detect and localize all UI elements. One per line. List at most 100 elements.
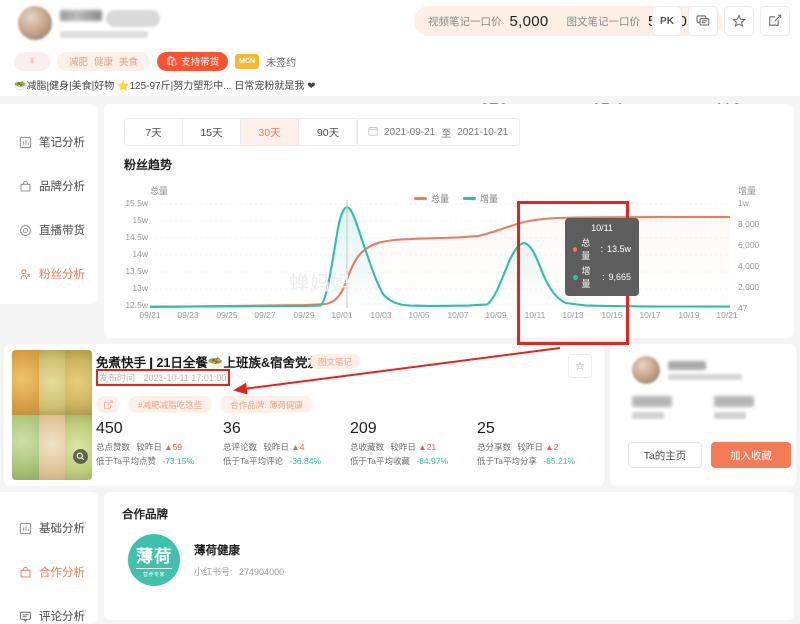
metric-cmp-label: 较昨日	[263, 442, 289, 452]
x-tick: 09/27	[254, 310, 276, 320]
y-axis-left-labels: 15.5w 15w 14.5w 14w 13.5w 13w 12.5w	[106, 198, 150, 310]
header-bottom-row: ♀ 减肥 健康 美食 🛍 支持带货 MCN 未签约 🥗减脂|健身|美食|好物 ⭐…	[0, 46, 800, 134]
tab-7days[interactable]: 7天	[125, 119, 183, 145]
author-homepage-button[interactable]: Ta的主页	[628, 442, 702, 468]
date-range-start: 2021-09-21	[384, 126, 436, 138]
tooltip-value-increment: 9,665	[608, 272, 631, 282]
bag-icon	[19, 180, 32, 193]
author-stats	[632, 396, 754, 419]
x-tick: 10/13	[562, 310, 584, 320]
fans-trend-card: 7天 15天 30天 90天 2021-09-21 至 2021-10-21 粉…	[104, 104, 794, 338]
metric-avg-value: -73.15%	[162, 456, 195, 466]
comment-icon	[19, 610, 32, 623]
x-tick: 10/21	[716, 310, 738, 320]
x-tick: 10/03	[370, 310, 392, 320]
tooltip-row-total: 总量: 13.5w	[573, 236, 631, 262]
profile-identity[interactable]	[18, 6, 160, 40]
x-tick: 09/21	[139, 310, 161, 320]
profile-tags: ♀ 减肥 健康 美食 🛍 支持带货 MCN 未签约 🥗减脂|健身|美食|好物 ⭐…	[14, 50, 315, 92]
date-range-picker[interactable]: 2021-09-21 至 2021-10-21	[356, 118, 521, 146]
chart-tooltip: 10/11 总量: 13.5w 增量: 9,665	[565, 218, 639, 296]
brand-chip[interactable]: 合作品牌: 薄荷健康	[220, 396, 313, 413]
chart-watermark: 蝉妈妈	[289, 273, 352, 295]
sidebar-item-basic-analysis[interactable]: 基础分析	[0, 506, 98, 550]
metric-label: 总点赞数	[96, 442, 131, 452]
author-stat-fans	[632, 396, 672, 419]
y-right-tick: 1w	[738, 198, 749, 208]
tooltip-value-total: 13.5w	[606, 244, 631, 254]
metric-label: 总评论数	[223, 442, 258, 452]
favorite-note-button[interactable]: ☆	[568, 354, 592, 378]
metric-value: 25	[477, 420, 495, 437]
metric-label: 总收藏数	[350, 442, 385, 452]
video-price-label: 视频笔记一口价	[428, 15, 502, 28]
zoom-icon[interactable]	[73, 449, 88, 464]
metric-likes: 450 总点赞数 较昨日 ▲59 低于Ta平均点赞 -73.15%	[96, 420, 223, 467]
x-tick: 09/23	[177, 310, 199, 320]
keyword-tag-1: 健康	[94, 57, 114, 68]
nickname-text	[60, 10, 102, 21]
supports-commerce-tag: 🛍 支持带货	[157, 51, 229, 71]
chart-icon	[19, 522, 32, 535]
brand-item[interactable]: 薄荷 营养专家 薄荷健康 小红书号: 274904000	[128, 534, 284, 586]
header-action-buttons: PK	[652, 6, 790, 36]
note-title[interactable]: 免煮快手❙21日全餐🥗上班族&宿舍党友好!	[96, 352, 337, 371]
x-axis-labels: 09/21 09/23 09/25 09/27 09/29 10/01 10/0…	[134, 310, 754, 326]
bag-icon	[19, 566, 32, 579]
sidebar-item-brand-analysis[interactable]: 品牌分析	[0, 164, 98, 208]
play-icon	[19, 224, 32, 237]
metric-avg-value: -36.84%	[289, 456, 322, 466]
note-type-tag: 图文笔记	[310, 354, 361, 369]
keyword-tags: 减肥 健康 美食	[57, 51, 151, 71]
sidebar-primary: 笔记分析 品牌分析 直播带货 粉丝分析	[0, 104, 98, 304]
sidebar-item-comment-analysis[interactable]: 评论分析	[0, 594, 98, 624]
topic-chip[interactable]: #减肥减脂吃这些	[128, 396, 213, 413]
y-left-tick: 15.5w	[125, 198, 148, 208]
tab-90days[interactable]: 90天	[299, 119, 357, 145]
message-icon[interactable]	[688, 6, 718, 36]
sidebar-item-fans-analysis[interactable]: 粉丝分析	[0, 252, 98, 296]
x-tick: 09/29	[293, 310, 315, 320]
add-to-favorites-button[interactable]: 加入收藏	[711, 442, 791, 468]
sidebar-item-label: 笔记分析	[39, 137, 85, 149]
avatar	[632, 356, 660, 384]
sidebar-secondary: 基础分析 合作分析 评论分析	[0, 492, 98, 624]
star-icon[interactable]	[724, 6, 754, 36]
keyword-tag-0: 减肥	[69, 57, 89, 68]
x-tick: 10/11	[524, 310, 546, 320]
author-subtext	[668, 373, 742, 380]
date-range-separator: 至	[441, 128, 452, 140]
pk-icon[interactable]: PK	[652, 6, 682, 36]
metric-cmp-value: ▲4	[291, 442, 305, 452]
sidebar-item-live-commerce[interactable]: 直播带货	[0, 208, 98, 252]
y-left-tick: 13w	[132, 283, 148, 293]
author-identity[interactable]	[632, 356, 742, 384]
edit-icon[interactable]	[760, 6, 790, 36]
metric-comments: 36 总评论数 较昨日 ▲4 低于Ta平均评论 -36.84%	[223, 420, 350, 467]
edit-chip-icon[interactable]	[96, 396, 120, 413]
tooltip-row-increment: 增量: 9,665	[573, 264, 631, 290]
x-tick: 09/25	[216, 310, 238, 320]
y-left-tick: 14.5w	[125, 232, 148, 242]
sidebar-item-note-analysis[interactable]: 笔记分析	[0, 120, 98, 164]
tab-30days[interactable]: 30天	[241, 119, 299, 145]
supports-commerce-label: 支持带货	[181, 57, 220, 68]
metric-collections: 209 总收藏数 较昨日 ▲21 低于Ta平均收藏 -84.97%	[350, 420, 477, 467]
y-left-tick: 13.5w	[125, 266, 148, 276]
y-right-tick: 8,000	[738, 219, 760, 229]
publish-time-value: 2021-10-11 17:01:00	[143, 373, 227, 383]
header-top-row: 视频笔记一口价 5,000 图文笔记一口价 5,000 i PK	[0, 0, 800, 46]
metric-avg-label: 低于Ta平均评论	[223, 456, 283, 466]
metric-cmp-label: 较昨日	[517, 442, 543, 452]
metric-value: 36	[223, 420, 241, 437]
note-thumbnail[interactable]	[12, 350, 92, 480]
metric-cmp-value: ▲21	[418, 442, 437, 452]
y-left-tick: 14w	[132, 249, 148, 259]
metric-cmp-label: 较昨日	[136, 442, 162, 452]
metric-avg-label: 低于Ta平均分享	[477, 456, 537, 466]
tab-15days[interactable]: 15天	[183, 119, 241, 145]
y-right-tick: 2,000	[738, 282, 760, 292]
video-price-value: 5,000	[509, 12, 549, 30]
author-name	[668, 360, 706, 370]
sidebar-item-cooperation-analysis[interactable]: 合作分析	[0, 550, 98, 594]
